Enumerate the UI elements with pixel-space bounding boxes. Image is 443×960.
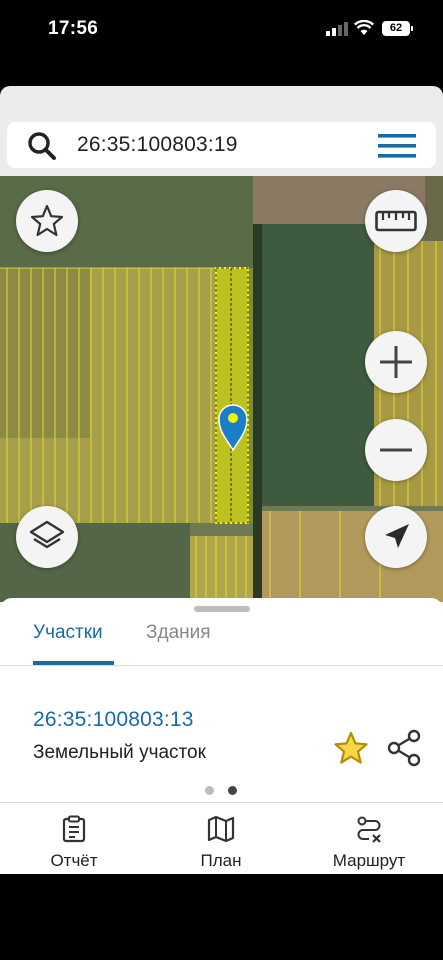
page-dot-1: [205, 786, 214, 795]
nav-report-label: Отчёт: [50, 851, 98, 870]
star-outline-icon: [30, 204, 64, 237]
zoom-in-button[interactable]: [365, 331, 427, 393]
search-icon[interactable]: [26, 130, 58, 162]
ruler-button[interactable]: [365, 190, 427, 252]
divider: [0, 665, 443, 666]
status-time: 17:56: [48, 18, 99, 39]
nav-plan[interactable]: План: [147, 803, 295, 874]
star-icon[interactable]: [332, 730, 370, 766]
ruler-icon: [375, 210, 417, 232]
cellular-signal-icon: [326, 22, 348, 36]
search-bar[interactable]: 26:35:100803:19: [7, 122, 436, 168]
nav-route-label: Маршрут: [332, 851, 406, 870]
zoom-out-button[interactable]: [365, 419, 427, 481]
report-icon: [62, 815, 86, 843]
navigation-arrow-icon: [385, 524, 409, 548]
page-dot-2-active: [228, 786, 237, 795]
parcel-number-link[interactable]: 26:35:100803:13: [33, 708, 194, 732]
parcel-type-label: Земельный участок: [33, 742, 206, 763]
sheet-drag-handle[interactable]: [194, 606, 250, 612]
nav-plan-label: План: [200, 851, 242, 870]
bottom-navigation: Отчёт План Маршрут: [0, 803, 443, 874]
home-indicator-area: [0, 874, 443, 960]
status-bar: 17:56 62: [0, 0, 443, 62]
selected-parcel: [215, 267, 249, 524]
battery-indicator: 62: [382, 21, 413, 36]
wifi-icon: [354, 20, 374, 35]
menu-icon[interactable]: [378, 132, 416, 160]
nav-report[interactable]: Отчёт: [0, 803, 148, 874]
minus-icon: [380, 448, 412, 452]
bottom-sheet: Участки Здания 26:35:100803:13 Земельный…: [0, 598, 443, 874]
my-location-button[interactable]: [365, 506, 427, 568]
layers-button[interactable]: [16, 506, 78, 568]
tab-buildings[interactable]: Здания: [146, 622, 211, 644]
tab-parcels[interactable]: Участки: [33, 622, 103, 644]
favorites-button[interactable]: [16, 190, 78, 252]
share-icon[interactable]: [385, 728, 423, 768]
map-plan-icon: [207, 815, 235, 843]
search-input[interactable]: 26:35:100803:19: [77, 133, 238, 157]
layers-icon: [29, 520, 65, 549]
satellite-map[interactable]: [0, 176, 443, 602]
nav-route[interactable]: Маршрут: [295, 803, 443, 874]
plus-icon: [380, 346, 412, 378]
app-window: 26:35:100803:19 Участки Здания 26:35:100…: [0, 86, 443, 874]
route-icon: [357, 816, 381, 843]
